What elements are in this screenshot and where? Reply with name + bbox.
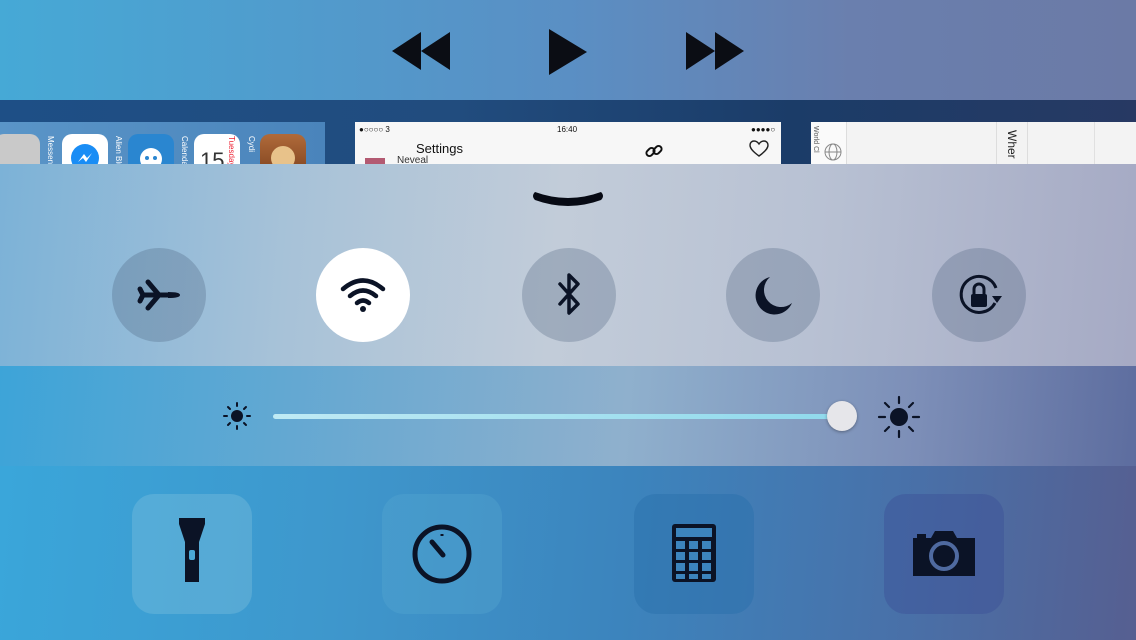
bluetooth-toggle[interactable]	[522, 248, 616, 342]
brightness-slider-thumb[interactable]	[827, 401, 858, 431]
wifi-toggle[interactable]	[316, 248, 410, 342]
rotation-lock-icon	[959, 274, 1002, 314]
play-button[interactable]	[549, 29, 587, 75]
carrier-signal: ●○○○○ 3	[359, 125, 390, 134]
dismiss-grabber-icon[interactable]	[530, 180, 606, 208]
app-switcher: Messeng Alien Blue Calendar 15 Tuesday C…	[0, 100, 1136, 164]
clock-card[interactable]: World Cl Wher	[811, 122, 1136, 164]
cydia-app-icon	[260, 134, 306, 164]
divider	[1094, 122, 1095, 164]
fast-forward-button[interactable]	[686, 32, 744, 70]
timer-icon	[412, 524, 472, 584]
app-label: Messeng	[46, 136, 55, 164]
rotation-lock-toggle[interactable]	[932, 248, 1026, 342]
app-label: Calendar	[180, 136, 189, 164]
messenger-app-icon	[62, 134, 108, 164]
settings-subtitle: Neveal	[397, 155, 429, 164]
status-signal: ●●●●○	[751, 125, 776, 134]
brightness-row	[0, 366, 1136, 466]
brightness-low-icon	[223, 402, 251, 430]
quick-tools	[0, 466, 1136, 640]
world-clock-tab: World Cl	[811, 122, 847, 164]
fast-forward-icon	[686, 32, 744, 70]
status-time: 16:40	[557, 125, 578, 134]
app-label: Cydi	[247, 136, 256, 153]
camera-icon	[913, 531, 975, 576]
control-center	[0, 164, 1136, 640]
heart-icon	[749, 140, 769, 157]
wifi-icon	[340, 278, 386, 312]
do-not-disturb-toggle[interactable]	[726, 248, 820, 342]
rewind-icon	[392, 32, 450, 70]
settings-card[interactable]: ●○○○○ 3 16:40 ●●●●○ Settings Neveal	[355, 122, 781, 164]
flashlight-button[interactable]	[132, 494, 252, 614]
settings-title: Settings	[416, 141, 463, 156]
app-label: Alien Blue	[114, 136, 123, 164]
calculator-button[interactable]	[634, 494, 754, 614]
world-clock-label: World Cl	[812, 126, 819, 153]
home-screen-card[interactable]: Messeng Alien Blue Calendar 15 Tuesday C…	[0, 122, 325, 164]
play-icon	[549, 29, 587, 75]
rewind-button[interactable]	[392, 32, 450, 70]
airplane-icon	[137, 279, 180, 311]
link-icon	[645, 144, 663, 158]
calendar-day: 15	[200, 148, 225, 164]
media-controls	[0, 0, 1136, 100]
timer-button[interactable]	[382, 494, 502, 614]
globe-icon	[824, 143, 842, 161]
bluetooth-icon	[558, 273, 580, 315]
moon-icon	[755, 277, 792, 315]
camera-button[interactable]	[884, 494, 1004, 614]
calculator-icon	[672, 524, 716, 582]
where-column: Wher	[996, 122, 1028, 164]
brightness-high-icon	[877, 395, 921, 439]
alien-blue-app-icon	[128, 134, 174, 164]
where-label: Wher	[1005, 130, 1019, 159]
messenger-contact-icon	[0, 134, 40, 164]
airplane-mode-toggle[interactable]	[112, 248, 206, 342]
brightness-slider[interactable]	[273, 414, 848, 419]
flashlight-icon	[179, 518, 205, 582]
calendar-weekday: Tuesday	[227, 136, 236, 164]
